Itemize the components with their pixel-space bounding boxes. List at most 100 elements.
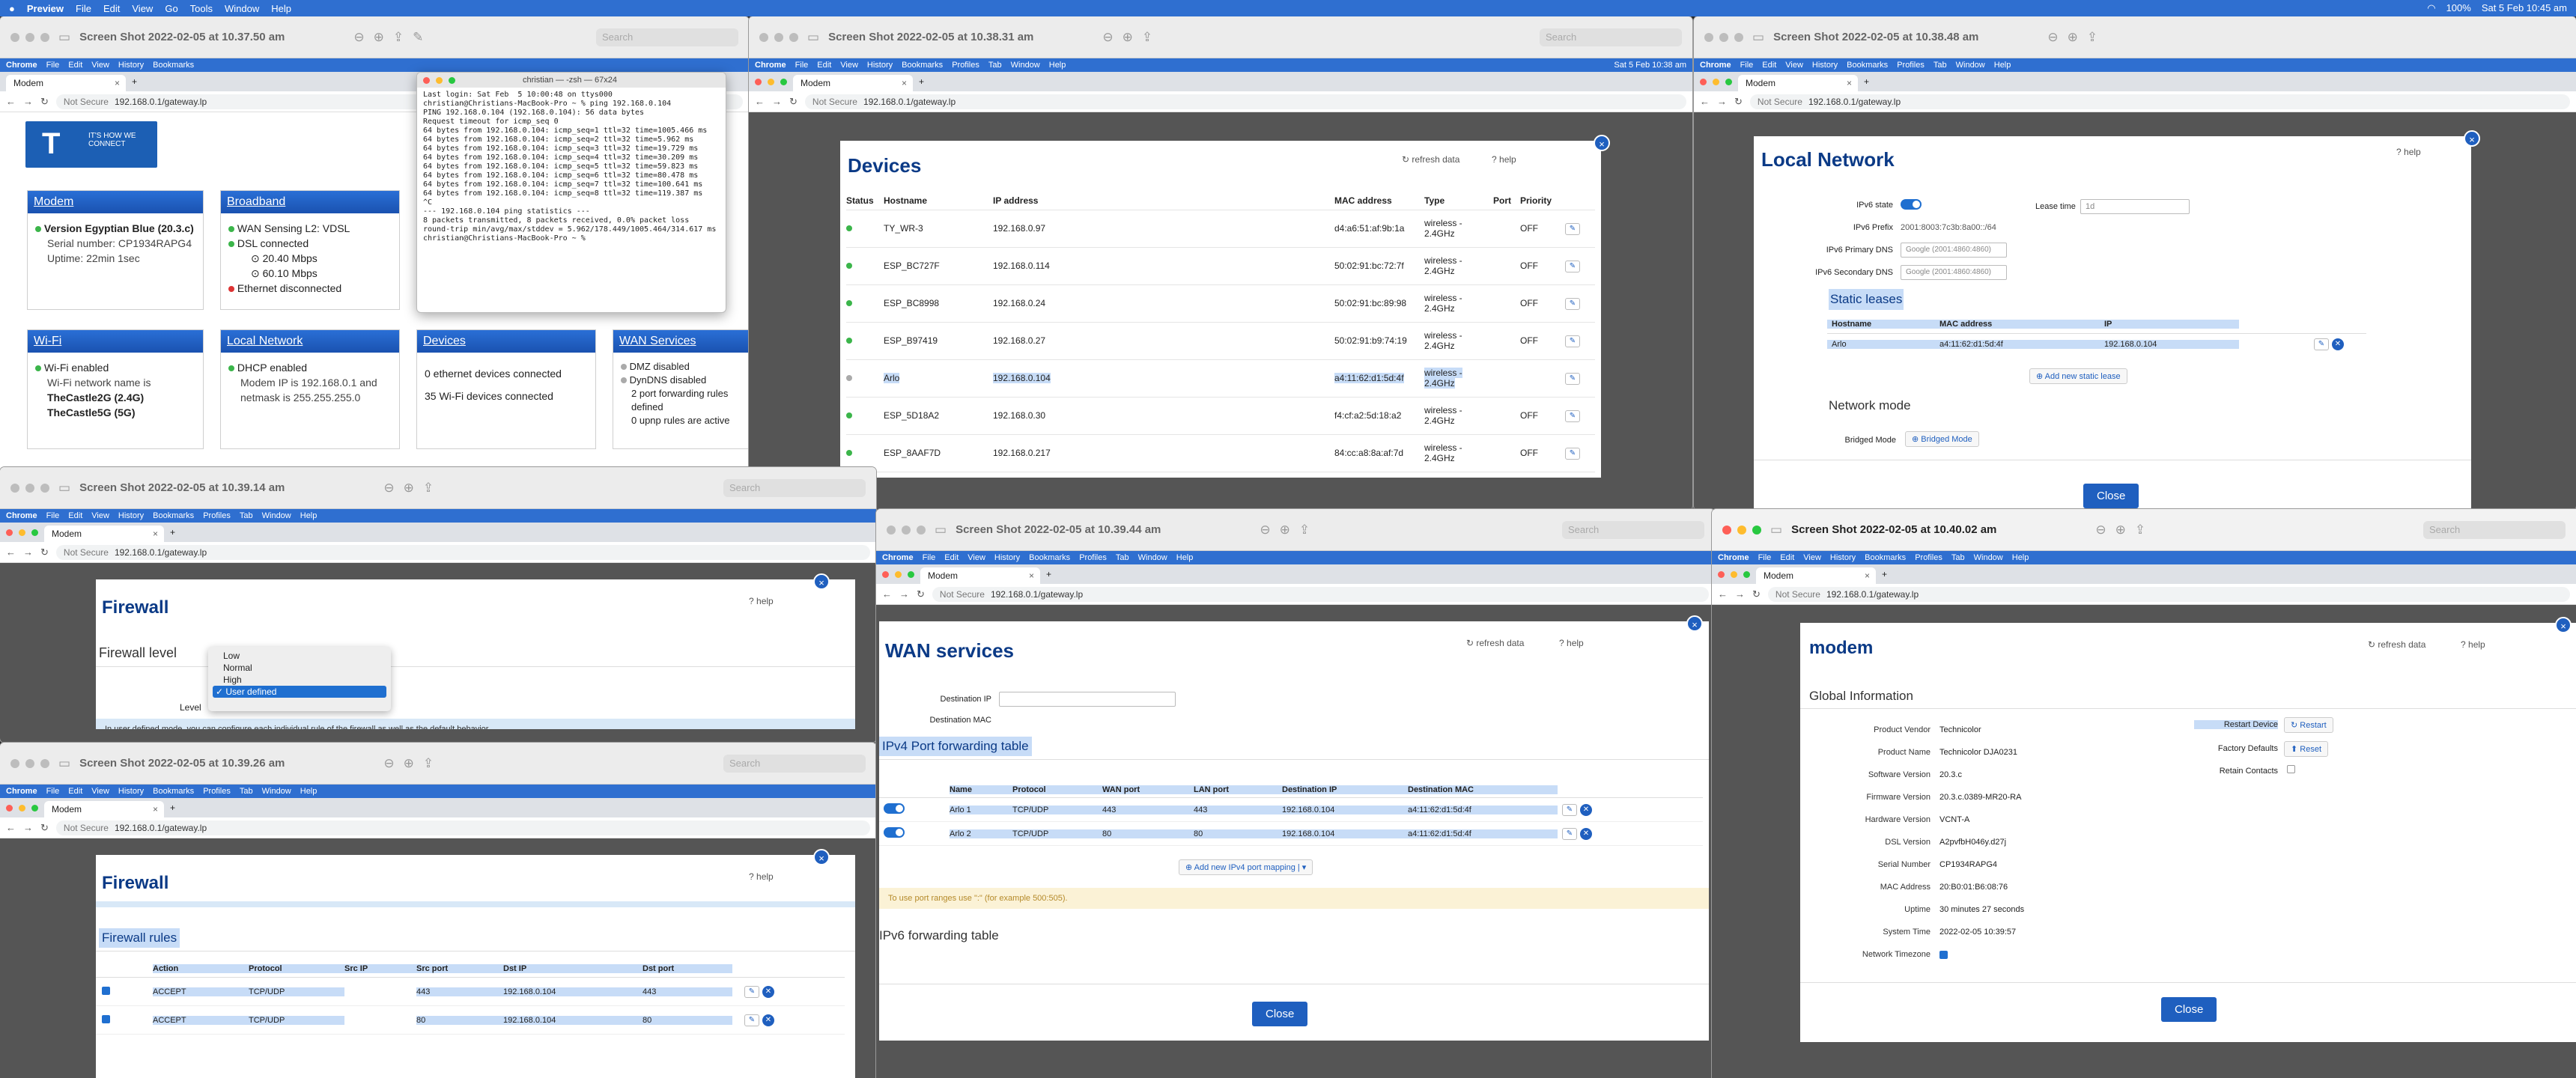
menu-file[interactable]: File: [76, 3, 91, 14]
col-protocol[interactable]: Protocol: [1012, 785, 1102, 794]
zoom-out-icon[interactable]: ⊖: [2095, 523, 2106, 538]
menu-tools[interactable]: Tools: [190, 3, 213, 14]
help-link[interactable]: ? help: [1492, 154, 1516, 165]
chrome-app-menu[interactable]: Chrome: [6, 61, 37, 70]
col-hostname[interactable]: Hostname: [884, 192, 993, 210]
chrome-app-menu[interactable]: Chrome: [6, 787, 37, 796]
sidebar-icon[interactable]: ▭: [58, 30, 70, 45]
back-icon[interactable]: ←: [755, 96, 765, 107]
back-icon[interactable]: ←: [6, 822, 16, 833]
menu-tab[interactable]: Tab: [1951, 553, 1965, 562]
card-title[interactable]: Devices: [417, 330, 595, 353]
secondary-dns-select[interactable]: Google (2001:4860:4860): [1901, 265, 2007, 280]
search-input[interactable]: Search: [723, 754, 866, 773]
share-icon[interactable]: ⇪: [1299, 523, 1310, 538]
restart-button[interactable]: ↻ Restart: [2284, 717, 2333, 733]
chrome-app-menu[interactable]: Chrome: [6, 511, 37, 520]
menu-edit[interactable]: Edit: [817, 61, 831, 70]
zoom-in-icon[interactable]: ⊕: [1123, 30, 1133, 45]
sidebar-icon[interactable]: ▭: [807, 30, 819, 45]
close-icon[interactable]: ×: [153, 529, 158, 539]
search-input[interactable]: Search: [596, 28, 738, 46]
clock[interactable]: Sat 5 Feb 10:38 am: [1614, 61, 1686, 70]
menu-edit[interactable]: Edit: [68, 61, 82, 70]
help-link[interactable]: ? help: [2461, 639, 2485, 650]
chrome-app-menu[interactable]: Chrome: [1718, 553, 1749, 562]
traffic-lights[interactable]: [759, 32, 798, 42]
clock[interactable]: Sat 5 Feb 10:45 am: [2482, 2, 2567, 14]
card-devices[interactable]: Devices 0 ethernet devices connected 35 …: [416, 329, 596, 449]
share-icon[interactable]: ⇪: [1142, 30, 1152, 45]
edit-icon[interactable]: ✎: [1562, 827, 1577, 840]
menu-edit[interactable]: Edit: [103, 3, 120, 14]
col-src-port[interactable]: Src port: [416, 963, 503, 973]
menu-bookmarks[interactable]: Bookmarks: [1865, 553, 1906, 562]
reload-icon[interactable]: ↻: [789, 96, 798, 108]
tab-modem[interactable]: Modem ×: [920, 567, 1040, 584]
reload-icon[interactable]: ↻: [1752, 588, 1761, 600]
new-tab-icon[interactable]: +: [1882, 569, 1887, 579]
traffic-lights[interactable]: [10, 483, 49, 493]
apple-icon[interactable]: ●: [9, 3, 15, 14]
rule-toggle[interactable]: [884, 827, 905, 838]
menu-help[interactable]: Help: [1994, 61, 2011, 70]
menu-view[interactable]: View: [1803, 553, 1821, 562]
col-dest-mac[interactable]: Destination MAC: [1408, 785, 1558, 794]
card-title[interactable]: Modem: [28, 191, 203, 213]
card-title[interactable]: WAN Services: [613, 330, 748, 353]
menu-tab[interactable]: Tab: [988, 61, 1002, 70]
col-dest-ip[interactable]: Destination IP: [1282, 785, 1408, 794]
tab-modem[interactable]: Modem ×: [44, 526, 164, 542]
url-field[interactable]: Not Secure 192.168.0.1/gateway.lp: [55, 820, 870, 835]
close-modal-icon[interactable]: ×: [2464, 130, 2480, 147]
card-wan-services[interactable]: WAN Services DMZ disabled DynDNS disable…: [613, 329, 749, 449]
reload-icon[interactable]: ↻: [917, 588, 925, 600]
option-high[interactable]: High: [213, 674, 386, 686]
menu-profiles[interactable]: Profiles: [1897, 61, 1925, 70]
zoom-in-icon[interactable]: ⊕: [404, 756, 414, 771]
back-icon[interactable]: ←: [1700, 96, 1710, 107]
reload-icon[interactable]: ↻: [1734, 96, 1743, 108]
menu-history[interactable]: History: [867, 61, 893, 70]
traffic-lights[interactable]: [887, 525, 926, 535]
col-src-ip[interactable]: Src IP: [344, 963, 416, 973]
retain-contacts-checkbox[interactable]: [2287, 765, 2295, 776]
level-dropdown-menu[interactable]: Low Normal High ✓ User defined: [208, 647, 391, 711]
col-type[interactable]: Type: [1424, 192, 1493, 210]
option-normal[interactable]: Normal: [213, 662, 386, 674]
card-title[interactable]: Local Network: [221, 330, 399, 353]
terminal-output[interactable]: Last login: Sat Feb 5 10:00:48 on ttys00…: [417, 88, 726, 246]
url-field[interactable]: Not Secure 192.168.0.1/gateway.lp: [932, 586, 1709, 602]
menu-view[interactable]: View: [1785, 61, 1803, 70]
caret-down-icon[interactable]: ▾: [1302, 863, 1307, 872]
menu-file[interactable]: File: [1740, 61, 1754, 70]
menu-go[interactable]: Go: [165, 3, 177, 14]
refresh-link[interactable]: ↻ refresh data: [1402, 154, 1459, 165]
forward-icon[interactable]: →: [899, 588, 909, 600]
menu-bookmarks[interactable]: Bookmarks: [1847, 61, 1888, 70]
new-tab-icon[interactable]: +: [170, 527, 175, 538]
close-modal-icon[interactable]: ×: [1594, 135, 1610, 151]
battery-label[interactable]: 100%: [2446, 2, 2471, 14]
menu-profiles[interactable]: Profiles: [203, 787, 231, 796]
tab-modem[interactable]: Modem ×: [1756, 567, 1876, 584]
delete-icon[interactable]: ✕: [1580, 827, 1592, 840]
app-menu[interactable]: Preview: [27, 3, 64, 14]
chrome-app-menu[interactable]: Chrome: [755, 61, 786, 70]
menu-window[interactable]: Window: [262, 511, 291, 520]
menu-edit[interactable]: Edit: [1780, 553, 1794, 562]
card-title[interactable]: Wi-Fi: [28, 330, 203, 353]
search-input[interactable]: Search: [1562, 520, 1704, 539]
menu-history[interactable]: History: [1812, 61, 1838, 70]
new-tab-icon[interactable]: +: [919, 76, 924, 87]
menu-window[interactable]: Window: [1011, 61, 1040, 70]
menu-view[interactable]: View: [91, 61, 109, 70]
forward-icon[interactable]: →: [772, 96, 782, 107]
forward-icon[interactable]: →: [23, 546, 33, 558]
menu-help[interactable]: Help: [271, 3, 291, 14]
col-hostname[interactable]: Hostname: [1827, 319, 1939, 329]
card-wifi[interactable]: Wi-Fi Wi-Fi enabled Wi-Fi network name i…: [27, 329, 204, 449]
reload-icon[interactable]: ↻: [40, 546, 49, 558]
col-dst-port[interactable]: Dst port: [643, 963, 732, 973]
menu-window[interactable]: Window: [1956, 61, 1985, 70]
